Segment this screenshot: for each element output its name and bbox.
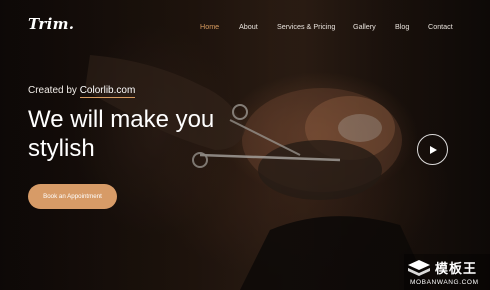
nav-blog[interactable]: Blog bbox=[395, 22, 409, 31]
watermark-logo-icon bbox=[408, 260, 430, 276]
book-appointment-button[interactable]: Book an Appointment bbox=[28, 184, 117, 209]
headline-line-1: We will make you bbox=[28, 106, 215, 133]
hero-headline: We will make you stylish bbox=[28, 105, 258, 163]
created-by-line: Created by Colorlib.com bbox=[28, 85, 136, 98]
watermark: 模板王 MOBANWANG.COM bbox=[404, 254, 490, 290]
watermark-url: MOBANWANG.COM bbox=[410, 279, 479, 286]
nav-contact[interactable]: Contact bbox=[428, 22, 453, 31]
colorlib-link[interactable]: Colorlib.com bbox=[79, 85, 136, 98]
play-video-button[interactable] bbox=[417, 134, 448, 165]
headline-line-2: stylish bbox=[28, 135, 95, 162]
nav-home[interactable]: Home bbox=[200, 22, 219, 31]
watermark-cn-text: 模板王 bbox=[435, 262, 478, 277]
nav-services-pricing[interactable]: Services & Pricing bbox=[277, 22, 335, 31]
created-by-prefix: Created by bbox=[28, 85, 77, 96]
play-icon bbox=[429, 145, 437, 154]
nav-gallery[interactable]: Gallery bbox=[353, 22, 376, 31]
nav-about[interactable]: About bbox=[239, 22, 258, 31]
main-nav: Home About Services & Pricing Gallery Bl… bbox=[0, 22, 490, 34]
